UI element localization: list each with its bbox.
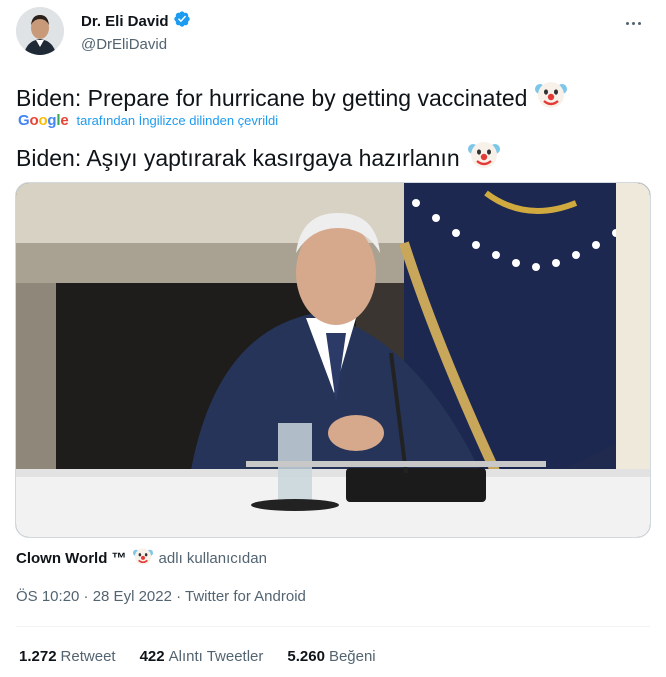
author-name-row[interactable]: Dr. Eli David xyxy=(81,10,191,33)
divider xyxy=(16,626,650,627)
source-name[interactable]: Clown World ™ xyxy=(16,550,127,567)
author-handle[interactable]: @DrEliDavid xyxy=(81,35,191,55)
translation-attribution: Google tarafından İngilizce dilinden çev… xyxy=(18,112,278,129)
stat-number: 5.260 xyxy=(287,648,325,665)
avatar[interactable] xyxy=(16,7,64,55)
stat-likes[interactable]: 5.260 Beğeni xyxy=(287,648,375,665)
author-block: Dr. Eli David @DrEliDavid xyxy=(81,10,191,55)
avatar-image xyxy=(16,7,64,55)
tweet-timestamp[interactable]: ÖS 10:20 · 28 Eyl 2022 · Twitter for And… xyxy=(16,587,306,607)
clown-face-icon xyxy=(535,78,568,117)
clown-face-icon xyxy=(467,138,500,177)
clown-face-icon xyxy=(132,546,153,570)
stat-retweets[interactable]: 1.272 Retweet xyxy=(19,648,116,665)
author-display-name[interactable]: Dr. Eli David xyxy=(81,12,169,31)
verified-badge-icon xyxy=(173,10,191,33)
translated-body: Biden: Aşıyı yaptırarak kasırgaya hazırl… xyxy=(16,144,460,171)
tweet-media-video[interactable] xyxy=(15,182,651,538)
source-suffix: adlı kullanıcıdan xyxy=(158,549,267,567)
translation-note[interactable]: tarafından İngilizce dilinden çevrildi xyxy=(77,113,279,128)
translated-text: Biden: Aşıyı yaptırarak kasırgaya hazırl… xyxy=(16,138,500,177)
stat-quote-tweets[interactable]: 422 Alıntı Tweetler xyxy=(140,648,264,665)
stat-number: 422 xyxy=(139,648,165,665)
stat-label: Retweet xyxy=(60,648,116,665)
stat-label: Beğeni xyxy=(328,648,376,665)
stat-label: Alıntı Tweetler xyxy=(168,648,264,665)
more-options-icon[interactable] xyxy=(616,13,650,33)
media-source: Clown World ™ adlı kullanıcıdan xyxy=(16,546,267,570)
tweet-body: Biden: Prepare for hurricane by getting … xyxy=(16,84,528,111)
video-frame xyxy=(16,183,650,537)
tweet-header: Dr. Eli David @DrEliDavid xyxy=(16,7,650,59)
tweet-stats: 1.272 Retweet 422 Alıntı Tweetler 5.260 Beğ… xyxy=(19,648,376,665)
google-logo: Google xyxy=(18,112,69,129)
stat-number: 1.272 xyxy=(19,648,57,665)
